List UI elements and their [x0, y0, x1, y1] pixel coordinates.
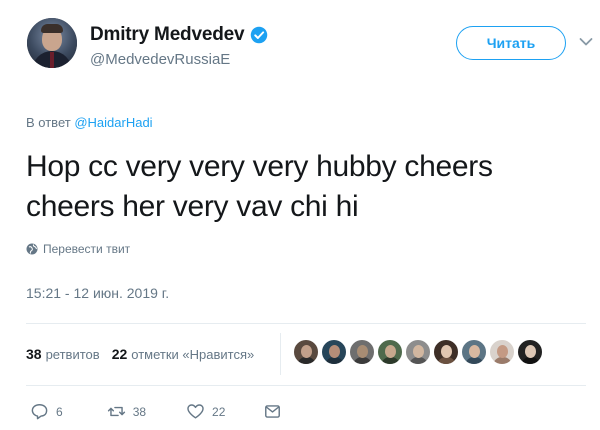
liker-avatar[interactable]: [433, 339, 459, 365]
divider-top: [26, 323, 586, 324]
reply-icon: [31, 404, 48, 420]
liker-avatar-body: [381, 357, 400, 364]
liker-avatar-body: [521, 357, 540, 364]
liker-avatar-body: [409, 357, 428, 364]
follow-button[interactable]: Читать: [456, 26, 566, 60]
liker-avatar[interactable]: [293, 339, 319, 365]
retweet-icon: [107, 406, 125, 417]
liker-avatar[interactable]: [405, 339, 431, 365]
liker-avatars: [293, 339, 543, 365]
liker-avatar-body: [437, 357, 456, 364]
globe-icon: [26, 243, 38, 255]
likes-stat[interactable]: 22 отметки «Нравится»: [112, 346, 255, 362]
avatar-tie: [50, 52, 54, 68]
author-display-name[interactable]: Dmitry Medvedev: [90, 24, 268, 46]
retweets-stat[interactable]: 38 ретвитов: [26, 346, 100, 362]
liker-avatar-body: [465, 357, 484, 364]
reply-context: В ответ @HaidarHadi: [26, 115, 153, 130]
liker-avatar-face: [525, 345, 536, 358]
avatar-hair: [41, 24, 63, 33]
reply-mention-link[interactable]: @HaidarHadi: [74, 115, 152, 130]
translate-tweet-link[interactable]: Перевести твит: [26, 242, 130, 256]
author-handle[interactable]: @MedvedevRussiaE: [90, 51, 268, 68]
liker-avatar-face: [329, 345, 340, 358]
divider-bottom: [26, 385, 586, 386]
liker-avatar-body: [325, 357, 344, 364]
tweet-header: Dmitry Medvedev @MedvedevRussiaE Читать: [18, 14, 593, 84]
heart-icon: [187, 404, 204, 419]
liker-avatar[interactable]: [321, 339, 347, 365]
liker-avatar-face: [413, 345, 424, 358]
like-count: 22: [212, 404, 226, 419]
author-name-block: Dmitry Medvedev @MedvedevRussiaE: [90, 24, 268, 68]
retweet-count: 38: [132, 404, 147, 419]
verified-badge-icon: [251, 26, 268, 44]
likes-count[interactable]: 22: [112, 346, 128, 362]
envelope-icon: [265, 405, 281, 418]
author-display-name-text[interactable]: Dmitry Medvedev: [90, 24, 245, 46]
author-avatar[interactable]: [27, 18, 77, 68]
tweet-text: Hop cc very very very hubby cheers cheer…: [26, 150, 493, 223]
liker-avatar[interactable]: [377, 339, 403, 365]
translate-label[interactable]: Перевести твит: [43, 242, 130, 256]
retweets-count[interactable]: 38: [26, 346, 42, 362]
liker-avatar[interactable]: [517, 339, 543, 365]
reply-count: 6: [56, 404, 63, 419]
liker-avatar-face: [497, 345, 508, 358]
chevron-down-icon[interactable]: [579, 37, 593, 47]
liker-avatar-body: [353, 357, 372, 364]
tweet-actions: 6 38 22: [30, 402, 282, 421]
like-button[interactable]: 22: [186, 402, 225, 421]
reply-button[interactable]: 6: [30, 402, 63, 421]
tweet-stats: 38 ретвитов 22 отметки «Нравится»: [26, 346, 254, 362]
likes-label[interactable]: отметки «Нравится»: [131, 347, 254, 362]
retweet-button[interactable]: 38: [107, 402, 146, 421]
liker-avatar-body: [493, 357, 512, 364]
liker-avatar-face: [357, 345, 368, 358]
tweet-timestamp[interactable]: 15:21 - 12 июн. 2019 г.: [26, 285, 169, 301]
retweets-label[interactable]: ретвитов: [46, 347, 100, 362]
liker-avatar-body: [297, 357, 316, 364]
stats-separator: [280, 333, 281, 375]
liker-avatar[interactable]: [461, 339, 487, 365]
liker-avatar[interactable]: [489, 339, 515, 365]
liker-avatar-face: [385, 345, 396, 358]
liker-avatar-face: [301, 345, 312, 358]
liker-avatar-face: [441, 345, 452, 358]
reply-prefix: В ответ: [26, 115, 71, 130]
direct-message-button[interactable]: [263, 402, 282, 421]
liker-avatar[interactable]: [349, 339, 375, 365]
liker-avatar-face: [469, 345, 480, 358]
